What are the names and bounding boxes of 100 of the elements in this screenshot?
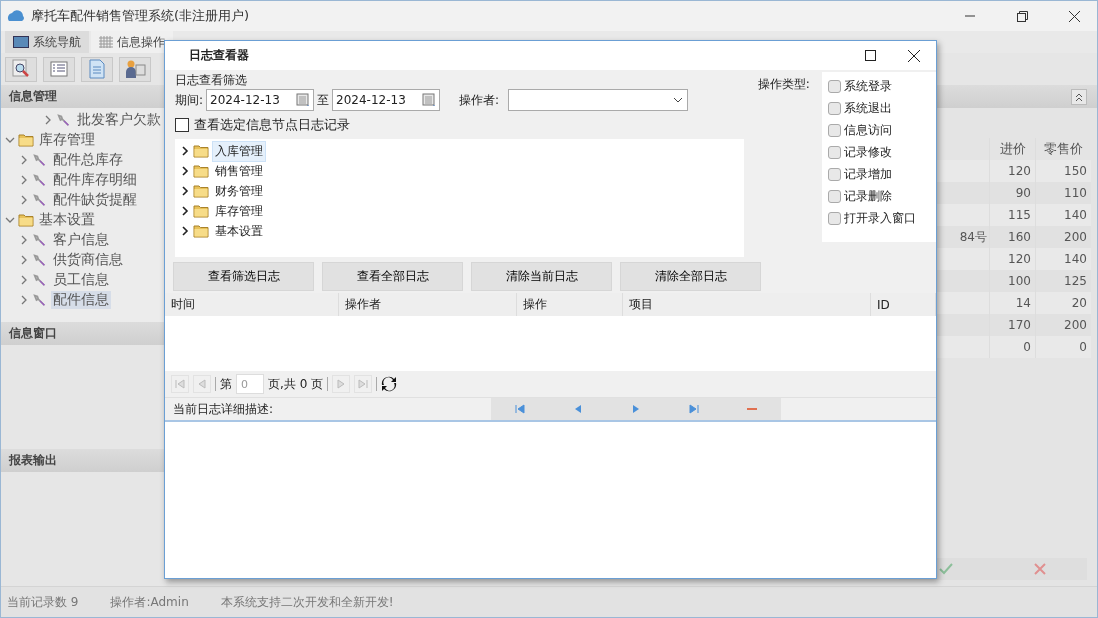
table-row[interactable]: 0 0 xyxy=(937,336,1091,358)
cancel-button[interactable] xyxy=(993,558,1087,580)
table-row[interactable]: 115 140 xyxy=(937,204,1091,226)
folder-icon xyxy=(193,164,209,178)
table-row[interactable]: 120 140 xyxy=(937,248,1091,270)
first-icon xyxy=(175,379,185,389)
collapse-button[interactable] xyxy=(1071,88,1087,105)
calendar-icon[interactable] xyxy=(422,93,437,107)
tree-item[interactable]: 库存管理 xyxy=(212,200,266,222)
checkbox-label: 打开录入窗口 xyxy=(843,209,916,227)
tree-item[interactable]: 库存管理 xyxy=(37,131,97,149)
checkbox[interactable] xyxy=(827,211,841,225)
column-header: ID xyxy=(877,297,890,312)
wrench-icon xyxy=(32,273,48,287)
panel-header: 信息管理 xyxy=(1,85,166,108)
tree-item[interactable]: 客户信息 xyxy=(51,231,111,249)
detail-label: 当前日志详细描述: xyxy=(173,400,275,418)
checkmark-icon xyxy=(939,563,953,575)
cross-icon xyxy=(1034,563,1046,575)
checkbox-label: 系统登录 xyxy=(843,77,892,95)
wrench-icon xyxy=(56,113,72,127)
table-row[interactable]: 14 20 xyxy=(937,292,1091,314)
expanded-caret-icon[interactable] xyxy=(5,135,15,145)
column-header: 操作 xyxy=(523,296,547,313)
field-label: 操作者: xyxy=(459,91,500,109)
action-button[interactable]: 清除全部日志 xyxy=(620,262,761,291)
previous-page-button[interactable] xyxy=(193,375,211,393)
tree-item[interactable]: 财务管理 xyxy=(212,180,266,202)
date-field[interactable]: 2024-12-13 xyxy=(332,89,441,111)
table-cell-text: 84号 xyxy=(958,228,988,246)
previous-icon xyxy=(197,379,207,389)
tree-item[interactable]: 配件缺货提醒 xyxy=(51,191,139,209)
search-button[interactable] xyxy=(5,56,37,82)
tree-item[interactable]: 供货商信息 xyxy=(51,251,125,269)
status-text: 当前记录数 9 xyxy=(7,593,79,611)
column-header: 项目 xyxy=(629,296,653,313)
tab[interactable]: 系统导航 xyxy=(5,31,89,53)
operator-dropdown[interactable] xyxy=(508,89,689,111)
table-row[interactable]: 120 150 xyxy=(937,160,1091,182)
next-page-button[interactable] xyxy=(332,375,351,393)
folder-icon xyxy=(18,133,34,147)
status-text: 操作者:Admin xyxy=(110,593,189,611)
checkbox[interactable] xyxy=(827,145,841,159)
table-cell: 0 xyxy=(1035,336,1091,358)
column-header: 操作者 xyxy=(345,296,381,313)
search-icon xyxy=(11,59,31,79)
checkbox-label: 记录增加 xyxy=(843,165,892,183)
close-icon xyxy=(908,49,920,62)
tree-item[interactable]: 配件信息 xyxy=(51,291,111,309)
field-label: 期间: xyxy=(175,91,204,109)
tree-item[interactable]: 销售管理 xyxy=(212,160,266,182)
checkbox[interactable] xyxy=(175,118,189,132)
panel-header: 信息窗口 xyxy=(1,322,166,345)
tree-item[interactable]: 员工信息 xyxy=(51,271,111,289)
checkbox-label: 记录修改 xyxy=(843,143,892,161)
wrench-icon xyxy=(32,173,48,187)
checkbox[interactable] xyxy=(827,101,841,115)
checkbox-label: 系统退出 xyxy=(843,99,892,117)
column-header: 时间 xyxy=(171,296,195,313)
action-button[interactable]: 清除当前日志 xyxy=(471,262,612,291)
date-field[interactable]: 2024-12-13 xyxy=(206,89,315,111)
tree-item[interactable]: 配件库存明细 xyxy=(51,171,139,189)
folder-icon xyxy=(193,204,209,218)
tree-item[interactable]: 基本设置 xyxy=(212,220,266,242)
first-button[interactable] xyxy=(491,398,549,420)
next-icon xyxy=(336,379,347,389)
tree-item[interactable]: 基本设置 xyxy=(37,211,97,229)
group-title: 日志查看筛选 xyxy=(175,72,248,87)
table-cell: 0 xyxy=(989,336,1035,358)
window-title: 摩托车配件销售管理系统(非注册用户) xyxy=(31,7,251,25)
action-button[interactable]: 查看筛选日志 xyxy=(173,262,314,291)
last-page-button[interactable] xyxy=(354,375,373,393)
checkbox[interactable] xyxy=(827,79,841,93)
checkbox[interactable] xyxy=(827,123,841,137)
close-icon xyxy=(1068,10,1080,22)
checkbox-label: 查看选定信息节点日志记录 xyxy=(194,116,350,134)
maximize-icon xyxy=(864,50,876,61)
user-button[interactable] xyxy=(119,56,151,82)
checkbox[interactable] xyxy=(827,167,841,181)
pager-text: 第 xyxy=(220,375,232,393)
checkbox-label: 记录删除 xyxy=(843,187,892,205)
tab[interactable]: 信息操作 xyxy=(91,31,173,53)
first-page-button[interactable] xyxy=(171,375,189,393)
checkbox[interactable] xyxy=(827,189,841,203)
document-button[interactable] xyxy=(81,56,113,82)
status-text: 本系统支持二次开发和全新开发! xyxy=(220,593,394,611)
list-button[interactable] xyxy=(43,56,75,82)
tree-item[interactable]: 入库管理 xyxy=(212,140,266,162)
expanded-caret-icon[interactable] xyxy=(5,215,15,225)
document-icon xyxy=(89,59,105,79)
tree-item[interactable]: 配件总库存 xyxy=(51,151,125,169)
folder-icon xyxy=(18,213,34,227)
action-button[interactable]: 查看全部日志 xyxy=(322,262,463,291)
double-chevron-icon xyxy=(1074,91,1084,102)
tree-item[interactable]: 批发客户欠款 xyxy=(75,111,163,129)
refresh-icon[interactable] xyxy=(381,376,398,392)
user-icon xyxy=(124,59,146,79)
chevron-down-icon xyxy=(673,97,684,103)
dialog-title: 日志查看器 xyxy=(189,47,250,64)
calendar-icon[interactable] xyxy=(296,93,311,107)
